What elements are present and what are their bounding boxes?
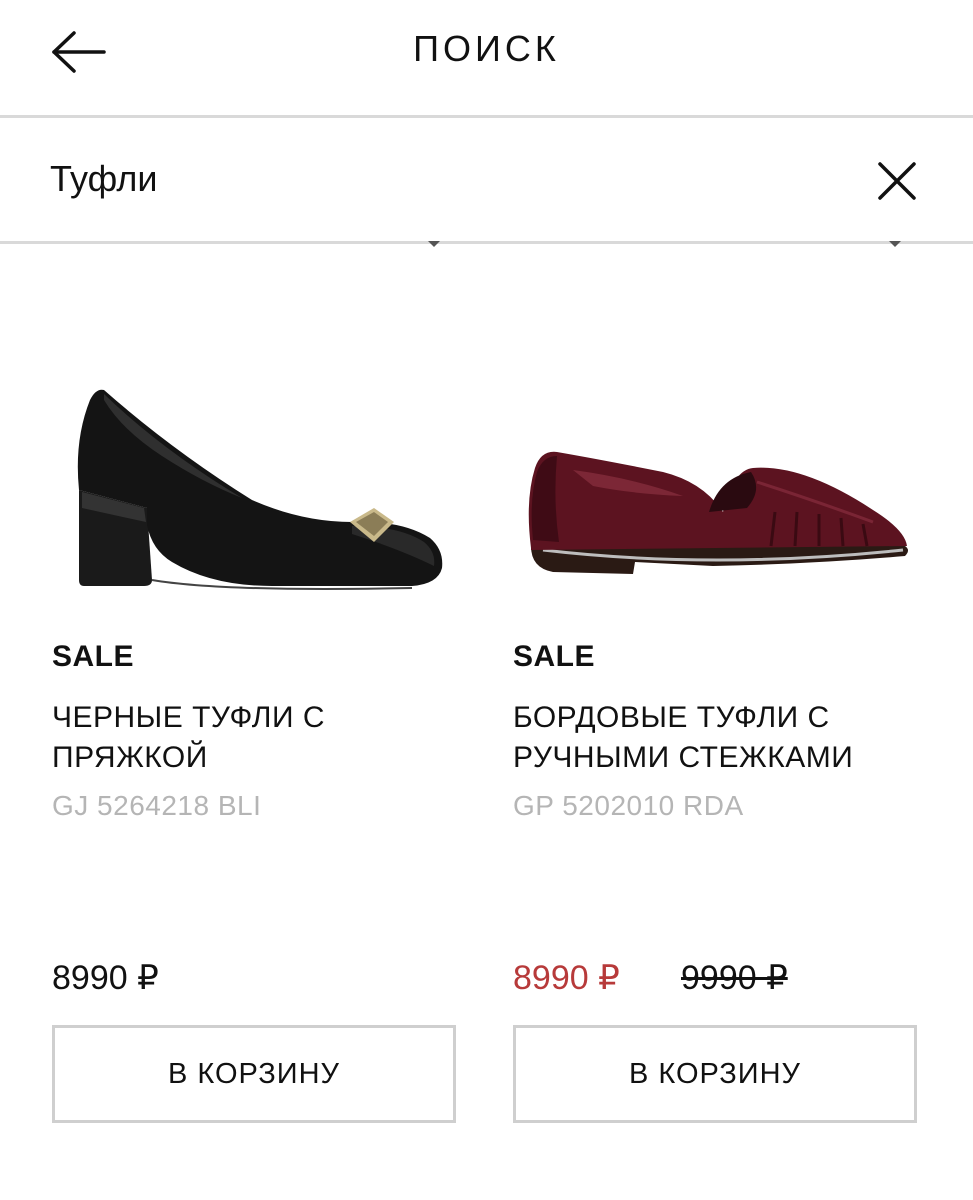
sale-badge: SALE (513, 640, 596, 673)
search-bar (0, 118, 973, 244)
clear-search-button[interactable] (876, 160, 918, 202)
top-bar: ПОИСК (0, 0, 973, 118)
product-image-black-pump[interactable] (52, 250, 462, 630)
sort-dropdown-caret-icon[interactable] (889, 241, 901, 247)
product-price: 8990 ₽ (52, 959, 159, 997)
product-card[interactable]: SALE ЧЕРНЫЕ ТУФЛИ С ПРЯЖКОЙ GJ 5264218 B… (52, 250, 462, 1140)
burgundy-loafer-shoe-image (528, 451, 908, 574)
close-icon (878, 162, 916, 200)
search-input[interactable] (50, 154, 830, 204)
product-old-price: 9990 ₽ (681, 959, 788, 997)
add-to-cart-button[interactable]: В КОРЗИНУ (513, 1025, 917, 1123)
add-to-cart-button[interactable]: В КОРЗИНУ (52, 1025, 456, 1123)
sale-badge: SALE (52, 640, 135, 673)
product-image-burgundy-loafer[interactable] (513, 250, 923, 630)
black-pump-shoe-image (77, 389, 443, 590)
product-card[interactable]: SALE БОРДОВЫЕ ТУФЛИ С РУЧНЫМИ СТЕЖКАМИ G… (513, 250, 923, 1140)
page-title: ПОИСК (413, 28, 560, 69)
filter-dropdown-caret-icon[interactable] (428, 241, 440, 247)
product-sku: GJ 5264218 BLI (52, 790, 262, 821)
product-sale-price: 8990 ₽ (513, 959, 620, 997)
product-name[interactable]: ЧЕРНЫЕ ТУФЛИ С ПРЯЖКОЙ (52, 698, 462, 778)
product-name[interactable]: БОРДОВЫЕ ТУФЛИ С РУЧНЫМИ СТЕЖКАМИ (513, 698, 923, 778)
product-sku: GP 5202010 RDA (513, 790, 744, 821)
